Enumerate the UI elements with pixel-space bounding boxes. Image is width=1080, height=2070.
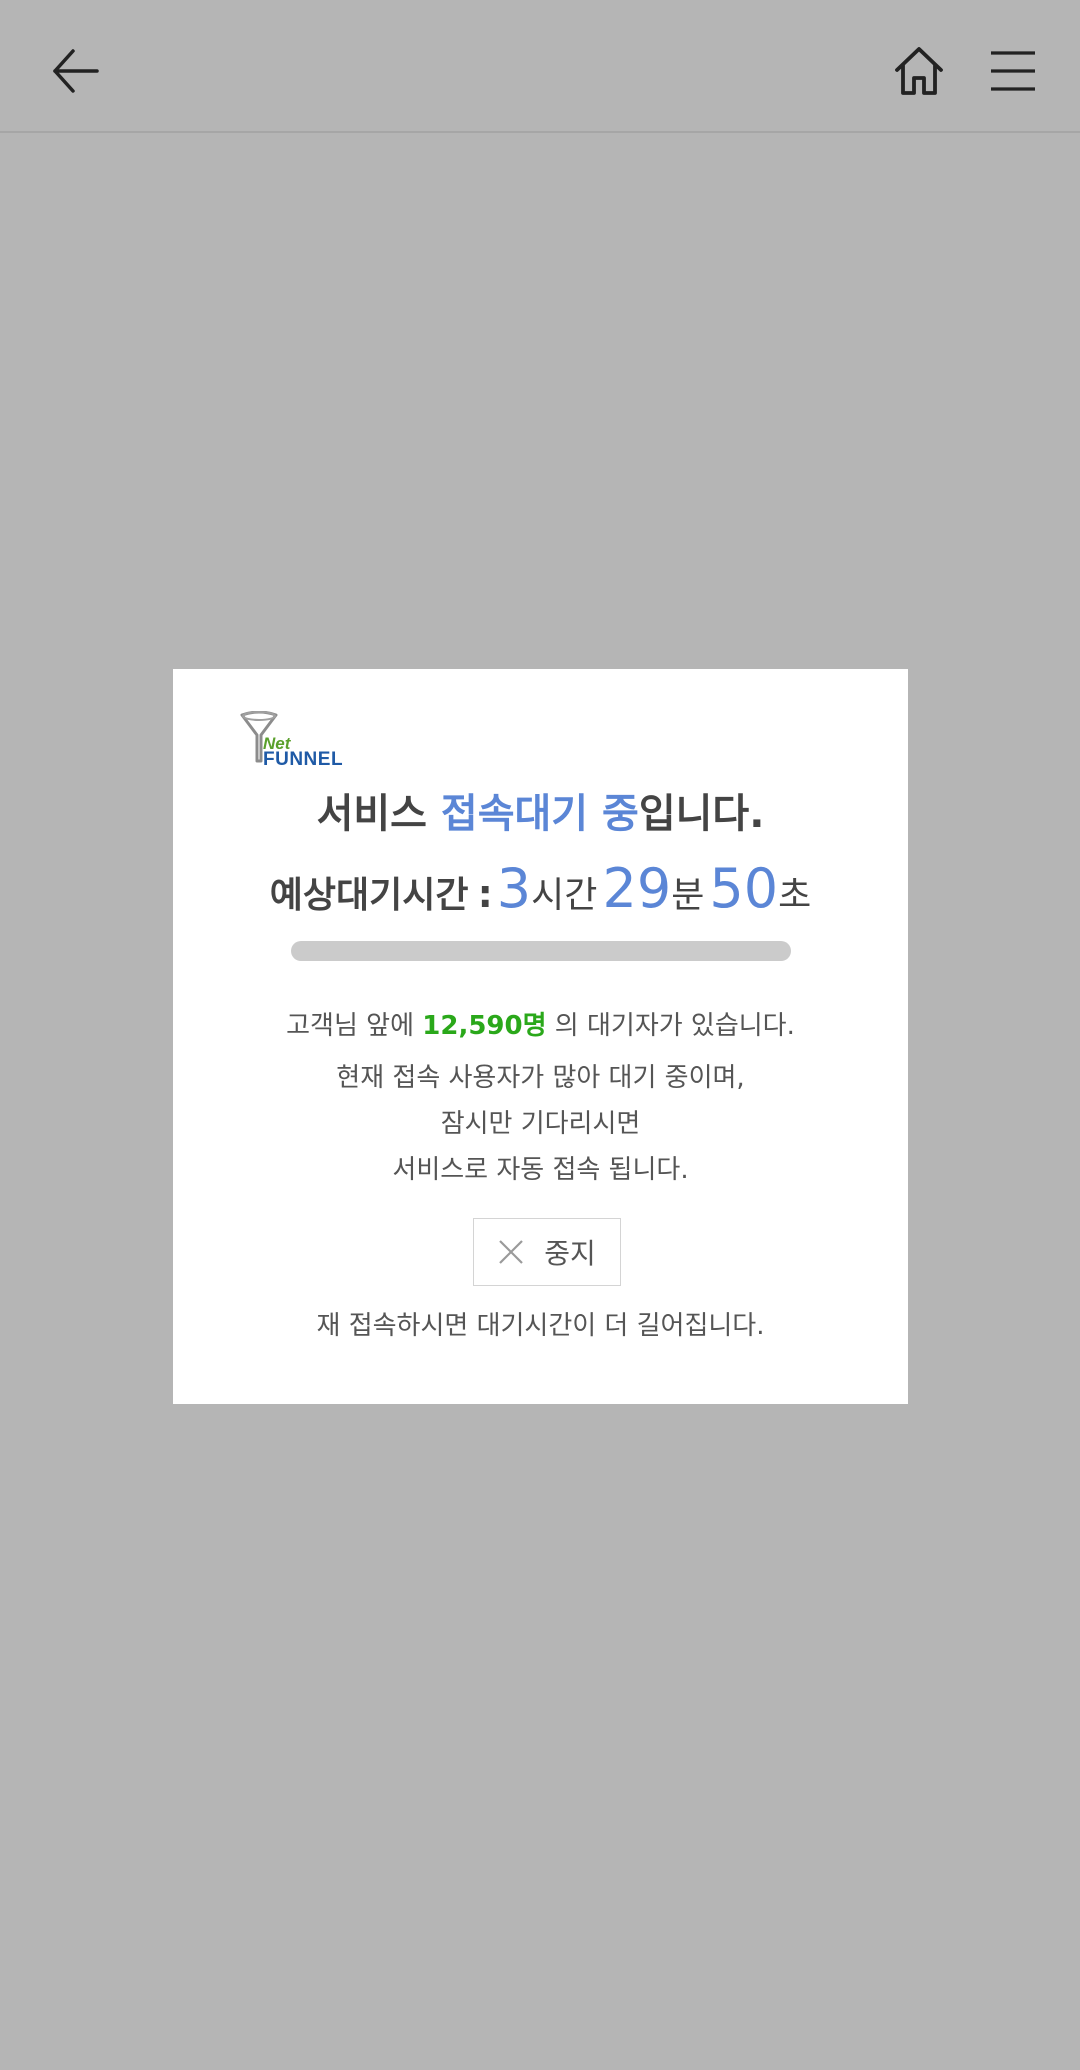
- netfunnel-logo: Net FUNNEL: [239, 711, 349, 770]
- reconnect-notice: 재 접속하시면 대기시간이 더 길어집니다.: [316, 1311, 765, 1341]
- waiting-queue-dialog: Net FUNNEL 서비스 접속대기 중입니다. 예상대기시간 :3시간 29…: [173, 669, 908, 1404]
- stop-button-label: 중지: [544, 1237, 596, 1270]
- wait-minutes-unit: 분: [671, 875, 705, 916]
- queue-suffix: 의 대기자가 있습니다.: [546, 1011, 795, 1041]
- title-highlight: 접속대기 중: [440, 791, 639, 837]
- wait-minutes: 29: [602, 857, 672, 920]
- queue-progress-bar: [291, 941, 791, 961]
- message-line: 잠시만 기다리시면: [440, 1109, 641, 1139]
- stop-button[interactable]: 중지: [473, 1218, 621, 1286]
- hamburger-menu-icon: [991, 51, 1035, 91]
- wait-seconds-unit: 초: [778, 875, 812, 916]
- title-suffix: 입니다.: [638, 791, 765, 837]
- wait-time-label: 예상대기시간: [269, 875, 469, 916]
- back-button[interactable]: [40, 36, 110, 106]
- wait-hours: 3: [496, 857, 532, 920]
- wait-hours-unit: 시간: [531, 875, 598, 916]
- wait-time-colon: :: [477, 872, 493, 916]
- wait-seconds: 50: [709, 857, 779, 920]
- dialog-title: 서비스 접속대기 중입니다.: [173, 781, 908, 839]
- queue-count: 12,590명: [422, 1011, 547, 1041]
- close-icon: [499, 1240, 524, 1264]
- queue-prefix: 고객님 앞에: [286, 1011, 423, 1041]
- queue-position-text: 고객님 앞에 12,590명 의 대기자가 있습니다.: [173, 1005, 908, 1042]
- title-prefix: 서비스: [316, 791, 441, 837]
- home-icon: [895, 47, 943, 95]
- arrow-left-icon: [53, 49, 99, 93]
- estimated-wait-time: 예상대기시간 :3시간 29분 50초: [173, 857, 908, 920]
- menu-button[interactable]: [978, 36, 1048, 106]
- message-line: 현재 접속 사용자가 많아 대기 중이며,: [336, 1063, 745, 1093]
- top-app-bar: [0, 0, 1080, 133]
- logo-text-funnel: FUNNEL: [263, 749, 344, 770]
- home-button[interactable]: [884, 36, 954, 106]
- message-line: 서비스로 자동 접속 됩니다.: [392, 1155, 689, 1185]
